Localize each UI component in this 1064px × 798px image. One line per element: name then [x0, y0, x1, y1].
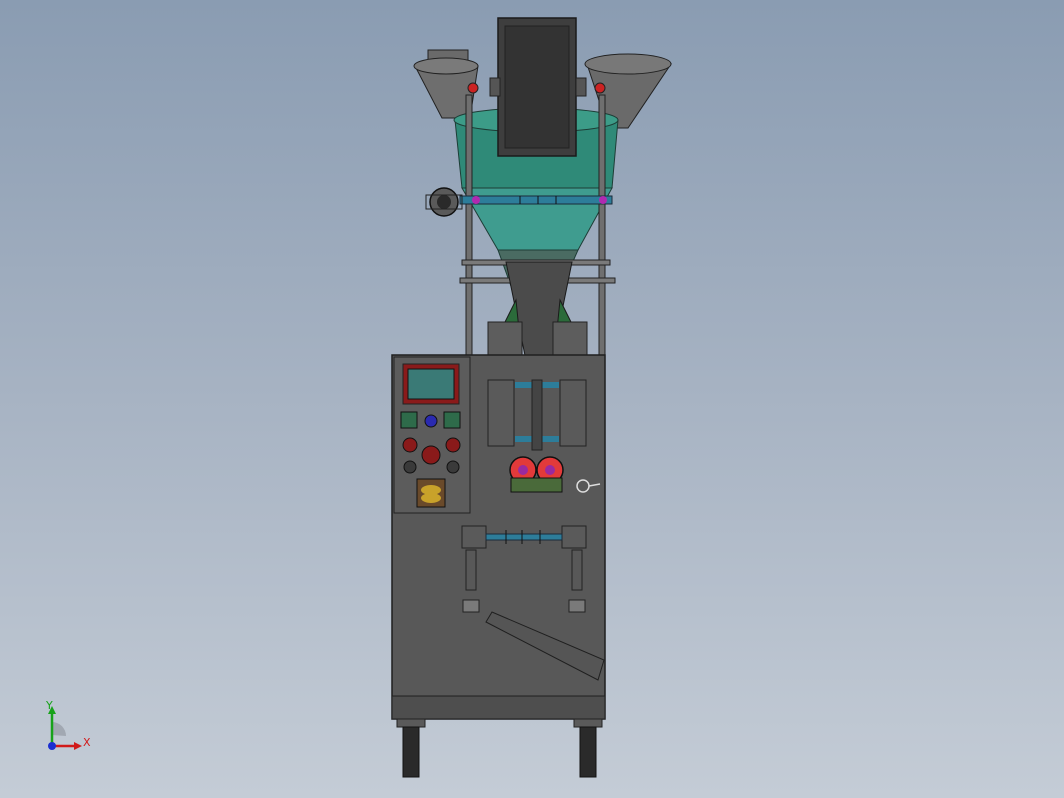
- switch-right[interactable]: [443, 411, 461, 429]
- switch-left[interactable]: [400, 411, 418, 429]
- button-red-left[interactable]: [402, 437, 418, 453]
- z-axis-dot: [48, 742, 56, 750]
- caster-right: [573, 718, 603, 778]
- hmi-screen[interactable]: [407, 368, 455, 400]
- right-frame-rod: [598, 94, 606, 386]
- side-motor: [425, 187, 463, 217]
- cad-viewport[interactable]: X Y: [0, 0, 1064, 798]
- caster-left: [396, 718, 426, 778]
- coordinate-triad: [48, 706, 82, 750]
- machine-model[interactable]: [0, 0, 1064, 798]
- sealing-jaws: [487, 379, 587, 451]
- emergency-stop-button[interactable]: [421, 445, 441, 465]
- left-frame-rod: [465, 94, 473, 386]
- knob-right[interactable]: [446, 460, 460, 474]
- triad-y-label: Y: [46, 699, 53, 712]
- control-panel[interactable]: [393, 356, 471, 514]
- cabinet-base: [391, 695, 606, 720]
- button-red-right[interactable]: [445, 437, 461, 453]
- knob-left[interactable]: [403, 460, 417, 474]
- power-indicator: [424, 414, 438, 428]
- cross-shaft: [459, 195, 613, 205]
- triad-x-label: X: [83, 736, 91, 749]
